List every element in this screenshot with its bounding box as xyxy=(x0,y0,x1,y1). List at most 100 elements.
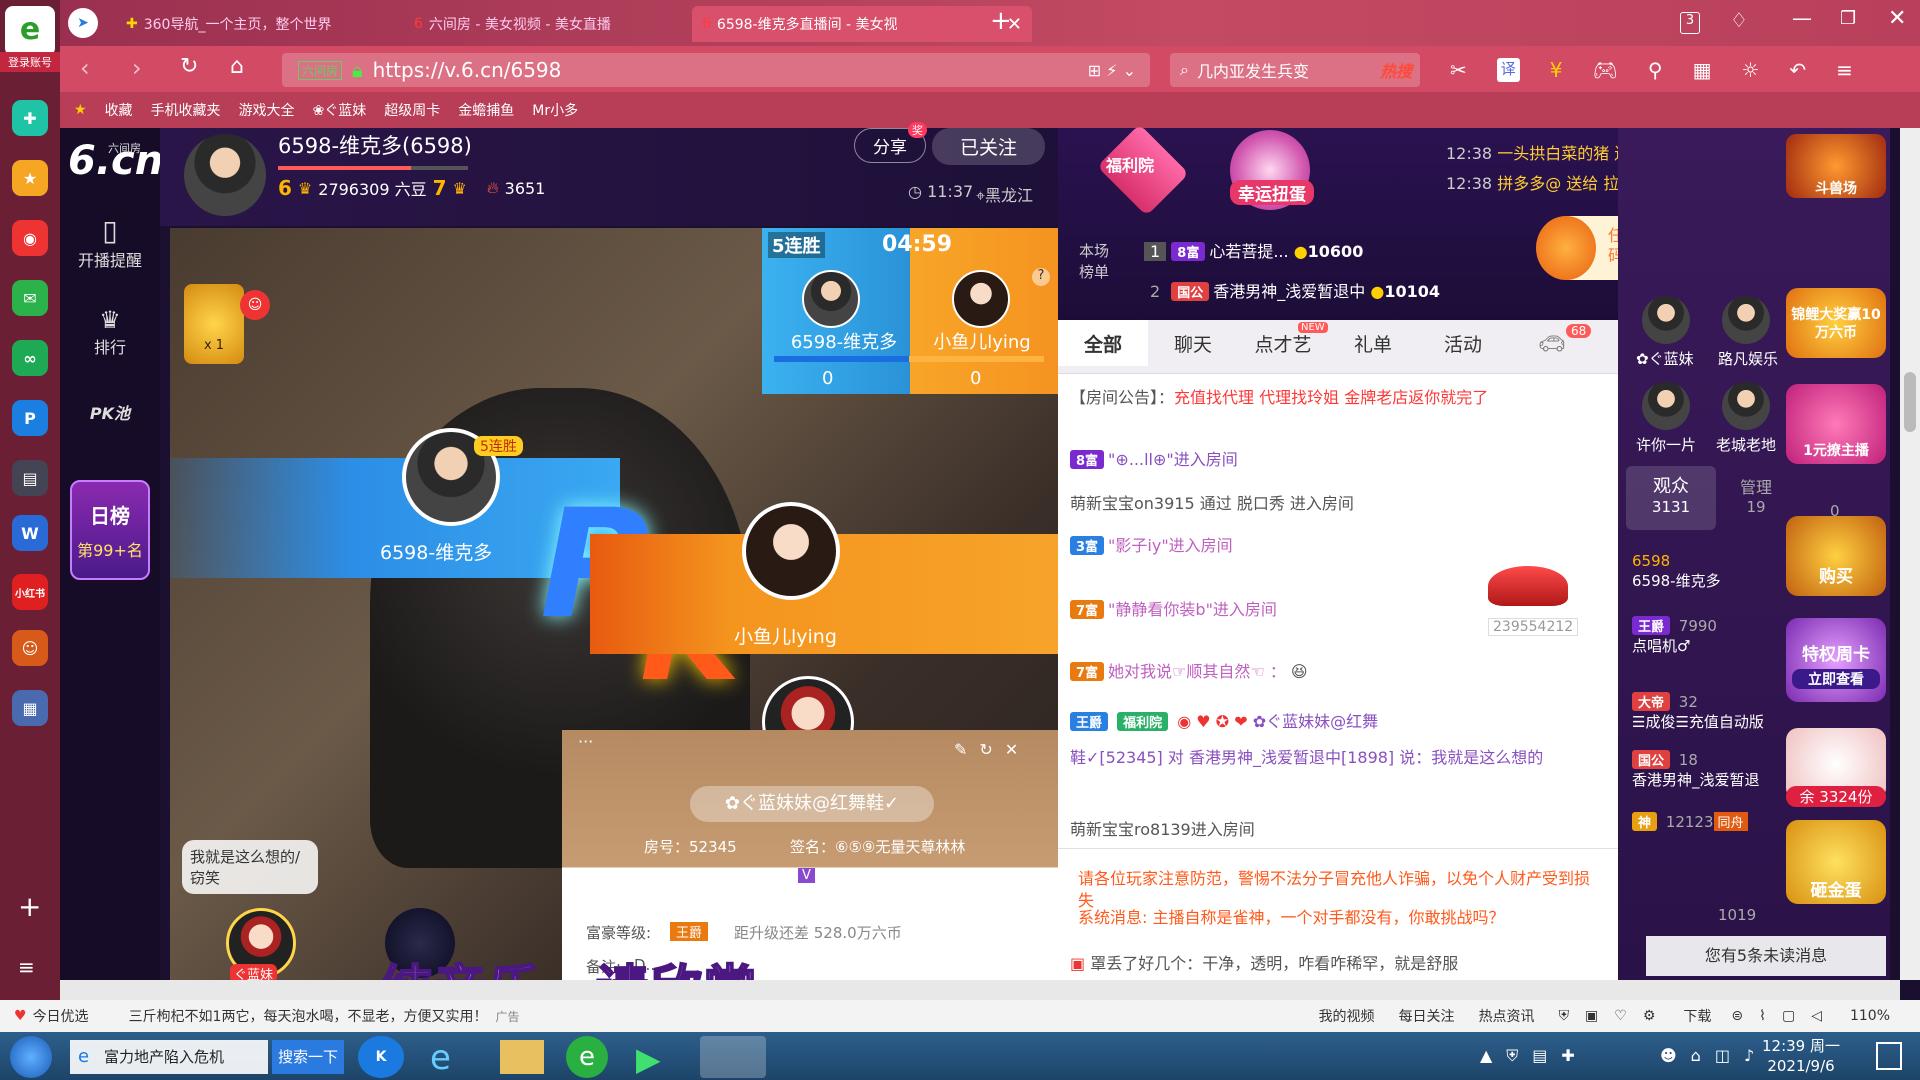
rail-mail-icon[interactable]: ✉ xyxy=(12,280,48,316)
rail-avatar-icon[interactable]: ☺ xyxy=(12,630,48,666)
tray-icons-2[interactable]: ☻⌂◫♪ xyxy=(1660,1046,1768,1065)
rail-app-icon[interactable]: ✚ xyxy=(12,100,48,136)
rail-doc-icon[interactable]: W xyxy=(12,515,48,551)
minimize-icon[interactable]: — xyxy=(1792,6,1812,30)
coin-icon[interactable]: ¥ xyxy=(1550,58,1563,82)
more-icon[interactable]: ··· xyxy=(578,732,593,751)
search-input[interactable]: 几内亚发生兵变 xyxy=(1197,58,1309,82)
login-label[interactable]: 登录账号 xyxy=(0,52,60,72)
tab-watchers[interactable]: 观众 3131 xyxy=(1626,466,1716,530)
rail-p-icon[interactable]: P xyxy=(12,400,48,436)
home-icon[interactable]: ⌂ xyxy=(230,54,244,79)
tab-chat[interactable]: 聊天 xyxy=(1148,320,1238,366)
view-button[interactable]: 立即查看 xyxy=(1792,669,1880,689)
browser-logo-icon[interactable]: e xyxy=(5,6,55,56)
bookmark-item[interactable]: 金蟾捕鱼 xyxy=(458,100,514,120)
buy-promo[interactable]: 购买 xyxy=(1786,516,1886,596)
bookmark-item[interactable]: ❀ぐ蓝妹 xyxy=(313,100,367,120)
golden-egg-promo[interactable]: 砸金蛋 xyxy=(1786,820,1886,904)
tray-icons[interactable]: ▲⛨▤✚ xyxy=(1480,1046,1589,1066)
rank-row-2[interactable]: 2 国公 香港男神_浅爱暂退中 ●10104 xyxy=(1144,278,1440,302)
rail-city-icon[interactable]: ▦ xyxy=(12,690,48,726)
audience-row[interactable]: 国公 18 香港男神_浅爱暂退 xyxy=(1632,750,1760,790)
tab-6cn[interactable]: 6 六间房 - 美女视频 - 美女直播 xyxy=(404,6,644,42)
rail-star-icon[interactable]: ★ xyxy=(12,160,48,196)
tab-6598[interactable]: 6 6598-维克多直播间 - 美女视 ✕ xyxy=(692,6,1032,42)
nav-pk-pool[interactable]: PK池 xyxy=(60,400,160,424)
search-once-button[interactable]: 搜索一下 xyxy=(272,1040,344,1074)
ie-task[interactable]: 富力地产陷入危机 xyxy=(70,1040,268,1074)
notification-icon[interactable] xyxy=(1876,1042,1902,1070)
tab-activity[interactable]: 活动 xyxy=(1418,320,1508,366)
day-rank-card[interactable]: 日榜 第99+名 xyxy=(70,480,150,580)
bookmark-item[interactable]: Mr小多 xyxy=(532,100,578,120)
tab-360nav[interactable]: ✚ 360导航_一个主页，整个世界 xyxy=(116,6,376,42)
new-tab-button[interactable]: + xyxy=(990,6,1012,36)
rail-menu-icon[interactable]: ≡ xyxy=(18,955,35,979)
rank-row-1[interactable]: 1 8富 心若菩提... ●10600 xyxy=(1144,238,1363,262)
bookmark-item[interactable]: 超级周卡 xyxy=(384,100,440,120)
nav-ranking[interactable]: ♛ 排行 xyxy=(60,306,160,358)
menu-icon[interactable]: ≡ xyxy=(1836,58,1853,82)
rail-game-icon[interactable]: ▤ xyxy=(12,460,48,496)
top-user-avatar[interactable] xyxy=(1642,296,1690,344)
hot-search-badge[interactable]: 热搜 xyxy=(1380,58,1412,82)
url-text[interactable]: https://v.6.cn/6598 xyxy=(373,58,562,82)
top-user-avatar[interactable] xyxy=(1722,296,1770,344)
search-box[interactable]: ⌕ 几内亚发生兵变 热搜 xyxy=(1170,53,1420,87)
reload-icon[interactable]: ↻ xyxy=(180,54,198,79)
help-icon[interactable]: ? xyxy=(1032,268,1050,286)
scroll-thumb[interactable] xyxy=(1904,372,1916,432)
news-ticker[interactable]: 三斤枸杞不如1两它，每天泡水喝，不显老，方便又实用！ xyxy=(129,1006,488,1026)
close-card-icon[interactable]: ✕ xyxy=(1005,740,1018,759)
cut-icon[interactable]: ✂ xyxy=(1450,58,1467,82)
taskbar-folder-icon[interactable] xyxy=(500,1040,544,1074)
koi-promo[interactable]: 锦鲤大奖赢10万六币 xyxy=(1786,288,1886,358)
tab-count[interactable]: 3 xyxy=(1680,12,1700,34)
audience-row[interactable]: 神 12123 同舟 xyxy=(1632,812,1748,831)
refresh-icon[interactable]: ↻ xyxy=(979,740,992,759)
grid-icon[interactable]: ▦ xyxy=(1693,58,1712,82)
nav-live-reminder[interactable]: ▯ 开播提醒 xyxy=(60,214,160,271)
taskbar-360-icon[interactable]: e xyxy=(566,1036,608,1078)
bookmark-item[interactable]: 收藏 xyxy=(105,100,133,120)
undo-icon[interactable]: ↶ xyxy=(1789,58,1806,82)
my-video[interactable]: 我的视频 xyxy=(1319,1006,1375,1026)
taskbar-ie-icon[interactable]: e xyxy=(430,1038,451,1078)
restore-icon[interactable]: ❐ xyxy=(1840,8,1856,29)
rail-link-icon[interactable]: ∞ xyxy=(12,340,48,376)
week-card-promo[interactable]: 特权周卡 立即查看 xyxy=(1786,618,1886,702)
pk-left-avatar[interactable] xyxy=(802,270,860,328)
car-icon[interactable]: 🚗︎ xyxy=(1538,332,1566,357)
bookmark-item[interactable]: 手机收藏夹 xyxy=(151,100,221,120)
skin-icon[interactable]: ♢ xyxy=(1730,8,1748,32)
forward-icon[interactable]: › xyxy=(132,54,142,82)
status-tools-icon[interactable]: ⛨▣♡⚙ xyxy=(1559,1008,1672,1024)
zoom-level[interactable]: 110% xyxy=(1850,1008,1890,1024)
audience-row[interactable]: 1019 xyxy=(1718,906,1756,924)
top-user-avatar[interactable] xyxy=(1642,382,1690,430)
anchor-promo[interactable]: 1元撩主播 xyxy=(1786,384,1886,464)
address-bar[interactable]: 六间房 🔒︎ https://v.6.cn/6598 ⊞ ⚡ ⌄ xyxy=(282,53,1150,87)
tab-all[interactable]: 全部 xyxy=(1058,320,1148,366)
bookmark-item[interactable]: 游戏大全 xyxy=(239,100,295,120)
download-link[interactable]: 下载 xyxy=(1683,1006,1711,1026)
start-button[interactable] xyxy=(10,1036,52,1078)
translate-button[interactable]: 译 xyxy=(1496,58,1520,82)
audience-row[interactable]: 王爵 7990 点唱机♂ xyxy=(1632,616,1717,656)
close-window-icon[interactable]: ✕ xyxy=(1888,6,1906,31)
tab-admins[interactable]: 管理 19 xyxy=(1716,466,1796,530)
audience-row[interactable]: 大帝 32 ☰成俊☰充值自动版 xyxy=(1632,692,1764,732)
hot-news[interactable]: 热点资讯 xyxy=(1479,1006,1535,1026)
edit-icon[interactable]: ✎ xyxy=(954,740,967,759)
host-avatar[interactable] xyxy=(184,134,266,216)
rail-add-icon[interactable]: + xyxy=(18,890,41,923)
gamepad-icon[interactable]: 🎮︎ xyxy=(1593,58,1618,82)
tab-gifts[interactable]: 礼单 xyxy=(1328,320,1418,366)
unread-messages[interactable]: 您有5条未读消息 xyxy=(1646,936,1886,976)
audience-row[interactable]: 6598 6598-维克多 xyxy=(1632,552,1721,591)
navigate-icon[interactable]: ➤ xyxy=(68,8,98,38)
rail-shop-icon[interactable]: 小红书 xyxy=(12,574,48,610)
back-icon[interactable]: ‹ xyxy=(80,54,90,82)
today-pick[interactable]: 今日优选 xyxy=(33,1006,89,1026)
